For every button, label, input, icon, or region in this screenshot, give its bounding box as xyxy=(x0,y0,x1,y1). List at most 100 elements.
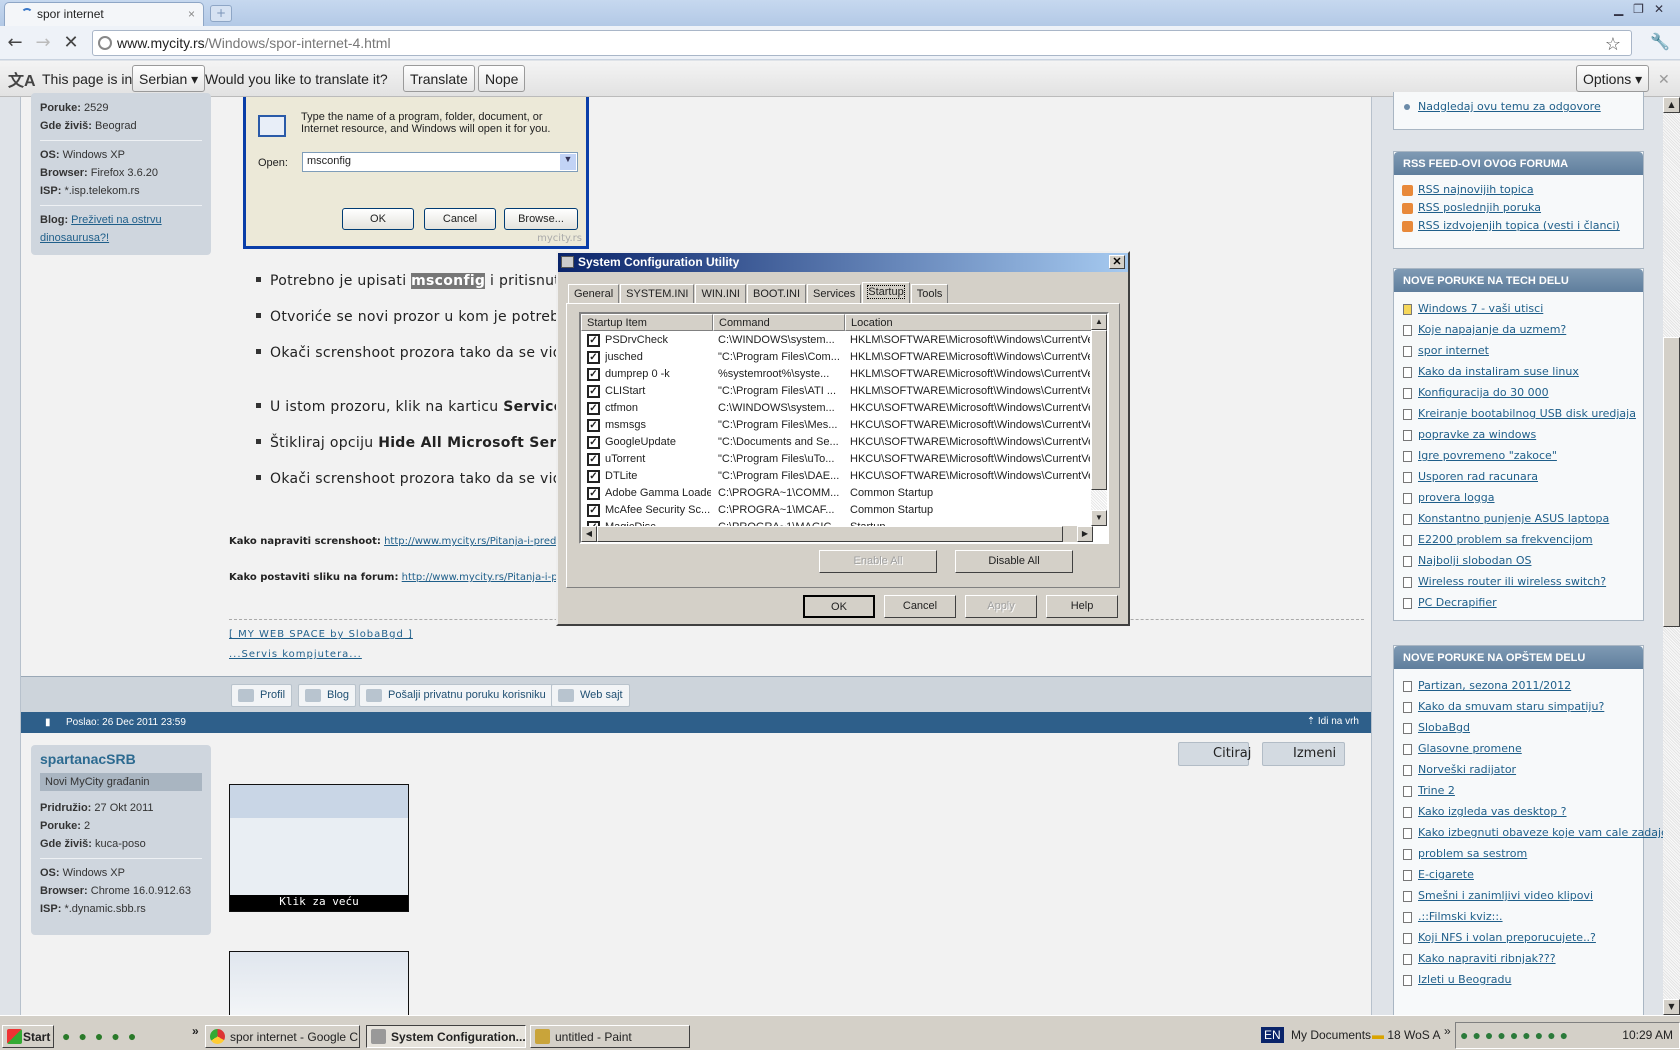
nope-button[interactable]: Nope xyxy=(478,65,526,92)
username[interactable]: spartanacSRB xyxy=(40,751,202,773)
folder-toolbar[interactable]: ▬ 18 WoS A xyxy=(1372,1028,1441,1042)
tab-spor-internet[interactable]: spor internet × xyxy=(4,2,204,26)
enable-all-button[interactable]: Enable All xyxy=(819,550,937,573)
quick-launch-icons[interactable]: ●●●●● xyxy=(62,1028,144,1044)
tray-icons[interactable]: ●●●●●●●●● xyxy=(1460,1027,1572,1043)
tab-services[interactable]: Services xyxy=(807,284,862,304)
browse-button[interactable]: Browse... xyxy=(504,208,578,230)
sidebar-link[interactable]: popravke za windows xyxy=(1418,428,1536,441)
tab-general[interactable]: General xyxy=(568,284,620,304)
sidebar-link[interactable]: Kako da instaliram suse linux xyxy=(1418,365,1579,378)
startup-row[interactable]: ✓ ctfmon C:\WINDOWS\system... HKCU\SOFTWARE… xyxy=(581,400,1093,417)
sidebar-link[interactable]: Kako napraviti ribnjak??? xyxy=(1418,952,1556,965)
sidebar-link[interactable]: RSS najnovijih topica xyxy=(1418,183,1534,196)
sidebar-link[interactable]: RSS izdvojenjih topica (vesti i članci) xyxy=(1418,219,1620,232)
language-indicator[interactable]: EN xyxy=(1261,1027,1284,1043)
window-controls[interactable]: ▁❐✕ xyxy=(1614,2,1674,16)
go-to-top-link[interactable]: ⇡ Idi na vrh xyxy=(1307,716,1359,727)
task-chrome[interactable]: spor internet - Google C... xyxy=(205,1025,360,1048)
enabled-checkbox[interactable]: ✓ xyxy=(587,351,600,364)
sidebar-link[interactable]: Wireless router ili wireless switch? xyxy=(1418,575,1606,588)
sidebar-link[interactable]: Kreiranje bootabilnog USB disk uredjaja xyxy=(1418,407,1636,420)
sidebar-link[interactable]: Kako izgleda vas desktop ? xyxy=(1418,805,1567,818)
ok-button[interactable]: OK xyxy=(803,595,875,618)
enabled-checkbox[interactable]: ✓ xyxy=(587,436,600,449)
sidebar-link[interactable]: problem sa sestrom xyxy=(1418,847,1527,860)
profile-button[interactable]: Profil xyxy=(231,684,293,707)
website-button[interactable]: Web sajt xyxy=(551,684,630,707)
sidebar-link[interactable]: Konstantno punjenje ASUS laptopa xyxy=(1418,512,1609,525)
sidebar-link[interactable]: RSS poslednjih poruka xyxy=(1418,201,1541,214)
sidebar-link[interactable]: E2200 problem sa frekvencijom xyxy=(1418,533,1593,546)
page-scrollbar[interactable]: ▲ ▼ xyxy=(1663,97,1680,1015)
enabled-checkbox[interactable]: ✓ xyxy=(587,385,600,398)
sidebar-link[interactable]: Kako da smuvam staru simpatiju? xyxy=(1418,700,1604,713)
column-location[interactable]: Location xyxy=(845,314,1093,331)
private-message-button[interactable]: Pošalji privatnu poruku korisniku xyxy=(359,684,553,707)
startup-row[interactable]: ✓ CLIStart "C:\Program Files\ATI ... HKLM\S… xyxy=(581,383,1093,400)
sidebar-link[interactable]: Windows 7 - vaši utisci xyxy=(1418,302,1543,315)
scroll-down-icon[interactable]: ▼ xyxy=(1091,510,1107,526)
sidebar-link[interactable]: Smešni i zanimljivi video klipovi xyxy=(1418,889,1593,902)
back-icon[interactable]: ← xyxy=(4,32,26,53)
enabled-checkbox[interactable]: ✓ xyxy=(587,402,600,415)
close-tab-icon[interactable]: × xyxy=(188,7,195,21)
cancel-button[interactable]: Cancel xyxy=(424,208,496,230)
startup-row[interactable]: ✓ uTorrent "C:\Program Files\uTo... HKCU\SO… xyxy=(581,451,1093,468)
quote-button[interactable]: Citiraj xyxy=(1178,742,1251,766)
screenshot-thumbnail[interactable] xyxy=(229,951,409,1021)
edit-button[interactable]: Izmeni xyxy=(1262,742,1345,766)
vertical-scrollbar[interactable]: ▲ ▼ xyxy=(1091,314,1107,526)
tab-startup[interactable]: Startup xyxy=(862,282,910,304)
sidebar-link[interactable]: Kako izbegnuti obaveze koje vam cale zad… xyxy=(1418,826,1668,839)
scroll-down-icon[interactable]: ▼ xyxy=(1663,999,1680,1015)
blog-button[interactable]: Blog xyxy=(298,684,357,707)
sidebar-link[interactable]: Igre povremeno "zakoce" xyxy=(1418,449,1557,462)
disable-all-button[interactable]: Disable All xyxy=(955,550,1073,573)
overflow-chevron-icon[interactable]: » xyxy=(192,1024,199,1038)
startup-row[interactable]: ✓ dumprep 0 -k %systemroot%\syste... HKLM\S… xyxy=(581,366,1093,383)
tab-systemini[interactable]: SYSTEM.INI xyxy=(620,284,695,304)
sidebar-link[interactable]: Usporen rad racunara xyxy=(1418,470,1538,483)
startup-row[interactable]: ✓ jusched "C:\Program Files\Com... HKLM\SOF… xyxy=(581,349,1093,366)
howto-upload-link[interactable]: http://www.mycity.rs/Pitanja-i-pre xyxy=(402,572,568,583)
startup-row[interactable]: ✓ msmsgs "C:\Program Files\Mes... HKCU\SOFT… xyxy=(581,417,1093,434)
sidebar-link[interactable]: Konfiguracija do 30 000 xyxy=(1418,386,1549,399)
tab-winini[interactable]: WIN.INI xyxy=(695,284,746,304)
language-select[interactable]: Serbian ▾ xyxy=(132,65,206,92)
enabled-checkbox[interactable]: ✓ xyxy=(587,453,600,466)
sidebar-link[interactable]: provera logga xyxy=(1418,491,1495,504)
enabled-checkbox[interactable]: ✓ xyxy=(587,470,600,483)
sidebar-link[interactable]: Koji NFS i volan preporucujete..? xyxy=(1418,931,1596,944)
sidebar-link[interactable]: spor internet xyxy=(1418,344,1489,357)
sidebar-link[interactable]: Izleti u Beogradu xyxy=(1418,973,1511,986)
task-system-configuration[interactable]: System Configuration... xyxy=(366,1025,526,1048)
watch-topic-link[interactable]: Nadgledaj ovu temu za odgovore xyxy=(1418,100,1601,113)
tab-tools[interactable]: Tools xyxy=(910,284,949,304)
enabled-checkbox[interactable]: ✓ xyxy=(587,334,600,347)
forward-icon[interactable]: → xyxy=(32,32,54,53)
close-icon[interactable]: ✕ xyxy=(1109,255,1125,269)
sidebar-link[interactable]: Glasovne promene xyxy=(1418,742,1522,755)
signature-link[interactable]: [ MY WEB SPACE by SlobaBgd ] xyxy=(229,629,413,640)
sidebar-link[interactable]: Partizan, sezona 2011/2012 xyxy=(1418,679,1571,692)
close-translate-icon[interactable]: ✕ xyxy=(1658,71,1670,88)
sidebar-link[interactable]: E-cigarete xyxy=(1418,868,1474,881)
help-button[interactable]: Help xyxy=(1046,595,1118,618)
horizontal-scrollbar[interactable]: ◀ ▶ xyxy=(581,526,1093,542)
clock[interactable]: 10:29 AM xyxy=(1622,1028,1673,1042)
enabled-checkbox[interactable]: ✓ xyxy=(587,487,600,500)
options-button[interactable]: Options ▾ xyxy=(1576,65,1650,92)
open-input[interactable]: msconfig ▼ xyxy=(302,152,578,172)
screenshot-thumbnail[interactable]: Klik za veću xyxy=(229,784,409,912)
bookmark-star-icon[interactable]: ☆ xyxy=(1605,34,1621,55)
task-paint[interactable]: untitled - Paint xyxy=(530,1025,690,1048)
howto-screenshot-link[interactable]: http://www.mycity.rs/Pitanja-i-predloz xyxy=(384,536,570,547)
dropdown-arrow-icon[interactable]: ▼ xyxy=(560,154,576,170)
translate-button[interactable]: Translate xyxy=(403,65,475,92)
enabled-checkbox[interactable]: ✓ xyxy=(587,368,600,381)
scroll-thumb[interactable] xyxy=(1663,337,1680,627)
scroll-right-icon[interactable]: ▶ xyxy=(1077,526,1093,542)
tab-bootini[interactable]: BOOT.INI xyxy=(746,284,807,304)
wrench-icon[interactable]: 🔧 xyxy=(1650,32,1670,51)
